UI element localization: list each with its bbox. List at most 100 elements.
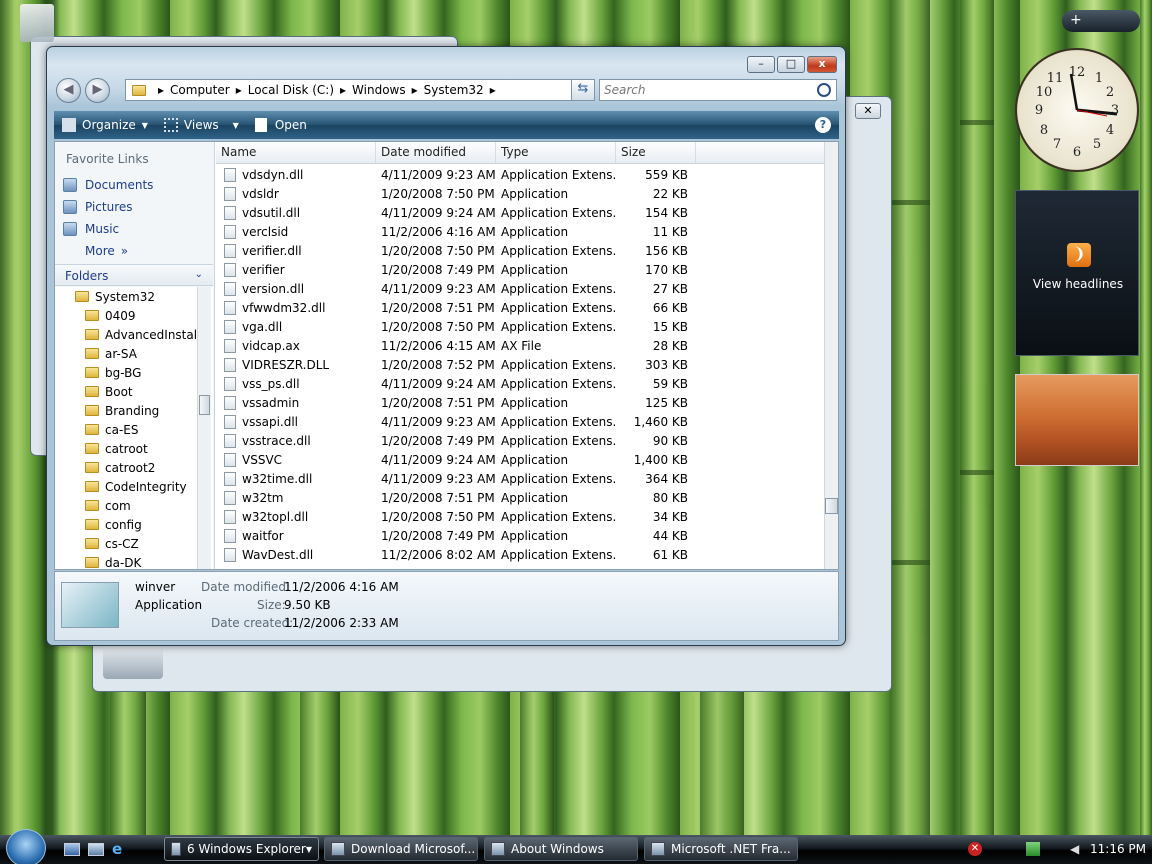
- chevron-down-icon: ▼: [141, 120, 148, 130]
- file-row[interactable]: vssadmin 1/20/2008 7:51 PM Application 125 …: [216, 393, 824, 412]
- tree-scrollbar[interactable]: [197, 287, 211, 569]
- switch-windows-icon[interactable]: [88, 843, 104, 856]
- file-icon: [224, 509, 236, 524]
- nav-link-music[interactable]: Music: [55, 218, 214, 240]
- tree-item[interactable]: Branding: [55, 401, 213, 420]
- tray-security-icon[interactable]: ✕: [968, 842, 982, 856]
- task-download[interactable]: Download Microsof...: [324, 837, 478, 861]
- scroll-thumb[interactable]: [199, 395, 210, 415]
- clock-gadget[interactable]: 12 3 6 9 1245 7 8 10 11: [1015, 48, 1139, 172]
- file-row[interactable]: vdsutil.dll 4/11/2009 9:24 AM Application …: [216, 203, 824, 222]
- file-row[interactable]: w32tm 1/20/2008 7:51 PM Application 80 KB: [216, 488, 824, 507]
- organize-button[interactable]: Organize ▼: [62, 118, 148, 132]
- close-icon[interactable]: ✕: [855, 103, 881, 119]
- file-list-scrollbar[interactable]: [824, 142, 838, 569]
- tree-item[interactable]: cs-CZ: [55, 534, 213, 553]
- column-type[interactable]: Type: [496, 142, 616, 163]
- slideshow-gadget[interactable]: [1015, 374, 1139, 466]
- file-row[interactable]: vfwwdm32.dll 1/20/2008 7:51 PM Application…: [216, 298, 824, 317]
- internet-explorer-icon[interactable]: e: [112, 841, 128, 857]
- search-icon[interactable]: [817, 83, 831, 97]
- tree-label: cs-CZ: [105, 536, 139, 551]
- address-bar[interactable]: ▸ Computer ▸ Local Disk (C:) ▸ Windows ▸…: [125, 79, 595, 101]
- explorer-window[interactable]: – □ x ◀ ▶ ▸ Computer ▸ Local Disk (C:) ▸…: [46, 46, 846, 646]
- breadcrumb-system32[interactable]: System32: [424, 83, 484, 97]
- file-row[interactable]: WavDest.dll 11/2/2006 8:02 AM Application …: [216, 545, 824, 564]
- task-windows-explorer[interactable]: 6 Windows Explorer ▼: [164, 837, 319, 861]
- file-date: 11/2/2006 4:15 AM: [381, 338, 496, 353]
- breadcrumb-local-disk[interactable]: Local Disk (C:): [248, 83, 334, 97]
- task-about-windows[interactable]: About Windows: [484, 837, 638, 861]
- chevron-down-icon: ▼: [232, 120, 239, 130]
- file-row[interactable]: waitfor 1/20/2008 7:49 PM Application 44 KB: [216, 526, 824, 545]
- column-date-modified[interactable]: Date modified: [376, 142, 496, 163]
- file-row[interactable]: vsstrace.dll 1/20/2008 7:49 PM Application…: [216, 431, 824, 450]
- file-row[interactable]: version.dll 4/11/2009 9:23 AM Application …: [216, 279, 824, 298]
- tree-item[interactable]: catroot2: [55, 458, 213, 477]
- close-button[interactable]: x: [807, 56, 837, 73]
- tree-item[interactable]: catroot: [55, 439, 213, 458]
- file-name-cell: vidcap.ax: [216, 338, 376, 353]
- file-size: 559 KB: [645, 167, 688, 182]
- tree-item[interactable]: config: [55, 515, 213, 534]
- view-headlines-link[interactable]: View headlines: [1016, 277, 1140, 291]
- file-row[interactable]: VIDRESZR.DLL 1/20/2008 7:52 PM Application…: [216, 355, 824, 374]
- file-row[interactable]: w32time.dll 4/11/2009 9:23 AM Application …: [216, 469, 824, 488]
- file-date: 1/20/2008 7:51 PM: [381, 395, 495, 410]
- file-row[interactable]: VSSVC 4/11/2009 9:24 AM Application 1,400 K…: [216, 450, 824, 469]
- tree-item[interactable]: Boot: [55, 382, 213, 401]
- feed-headlines-gadget[interactable]: ❩ View headlines: [1015, 190, 1139, 356]
- file-row[interactable]: verifier 1/20/2008 7:49 PM Application 170 …: [216, 260, 824, 279]
- tree-item[interactable]: bg-BG: [55, 363, 213, 382]
- tree-item[interactable]: 0409: [55, 306, 213, 325]
- file-name: WavDest.dll: [242, 547, 314, 562]
- tree-label: Branding: [105, 403, 160, 418]
- open-button[interactable]: Open: [254, 118, 307, 132]
- forward-button[interactable]: ▶: [85, 78, 110, 103]
- folders-header[interactable]: Folders ⌄: [55, 264, 213, 286]
- refresh-button[interactable]: ⇆: [571, 79, 595, 101]
- file-row[interactable]: vssapi.dll 4/11/2009 9:23 AM Application E…: [216, 412, 824, 431]
- tree-item[interactable]: ar-SA: [55, 344, 213, 363]
- start-button[interactable]: [6, 829, 46, 864]
- tree-item[interactable]: AdvancedInstalle: [55, 325, 213, 344]
- file-row[interactable]: vdsdyn.dll 4/11/2009 9:23 AM Application E…: [216, 165, 824, 184]
- tree-item-system32[interactable]: System32: [55, 287, 213, 306]
- minimize-button[interactable]: –: [747, 56, 775, 73]
- tray-network-icon[interactable]: [1026, 842, 1040, 856]
- tree-item[interactable]: com: [55, 496, 213, 515]
- file-row[interactable]: verifier.dll 1/20/2008 7:50 PM Application…: [216, 241, 824, 260]
- column-size[interactable]: Size: [616, 142, 696, 163]
- help-icon[interactable]: ?: [815, 117, 831, 133]
- column-name[interactable]: Name: [216, 142, 376, 163]
- back-button[interactable]: ◀: [56, 78, 81, 103]
- nav-link-more[interactable]: More »: [55, 240, 214, 262]
- file-row[interactable]: vdsldr 1/20/2008 7:50 PM Application 22 KB: [216, 184, 824, 203]
- file-row[interactable]: vss_ps.dll 4/11/2009 9:24 AM Application E…: [216, 374, 824, 393]
- folder-icon: [85, 538, 99, 549]
- recycle-bin-icon[interactable]: [20, 4, 54, 42]
- sidebar-controls[interactable]: +: [1062, 10, 1140, 32]
- breadcrumb-computer[interactable]: Computer: [170, 83, 230, 97]
- maximize-button[interactable]: □: [777, 56, 805, 73]
- tree-label: ar-SA: [105, 346, 137, 361]
- tree-item[interactable]: ca-ES: [55, 420, 213, 439]
- file-row[interactable]: verclsid 11/2/2006 4:16 AM Application 11 K…: [216, 222, 824, 241]
- file-type: Application Extens...: [501, 414, 616, 429]
- file-row[interactable]: vidcap.ax 11/2/2006 4:15 AM AX File 28 KB: [216, 336, 824, 355]
- file-row[interactable]: w32topl.dll 1/20/2008 7:50 PM Application …: [216, 507, 824, 526]
- search-input[interactable]: Search: [599, 79, 837, 101]
- file-icon: [224, 281, 236, 296]
- breadcrumb-windows[interactable]: Windows: [352, 83, 406, 97]
- nav-link-documents[interactable]: Documents: [55, 174, 214, 196]
- tray-clock[interactable]: 11:16 PM: [1090, 842, 1146, 856]
- nav-link-pictures[interactable]: Pictures: [55, 196, 214, 218]
- scroll-thumb[interactable]: [825, 498, 838, 514]
- tray-volume-icon[interactable]: ◀: [1070, 842, 1084, 856]
- task-dotnet[interactable]: Microsoft .NET Fra...: [644, 837, 798, 861]
- file-row[interactable]: vga.dll 1/20/2008 7:50 PM Application Exte…: [216, 317, 824, 336]
- show-desktop-icon[interactable]: [64, 843, 80, 856]
- views-button[interactable]: Views ▼: [163, 118, 239, 132]
- tree-item[interactable]: CodeIntegrity: [55, 477, 213, 496]
- tree-item[interactable]: da-DK: [55, 553, 213, 569]
